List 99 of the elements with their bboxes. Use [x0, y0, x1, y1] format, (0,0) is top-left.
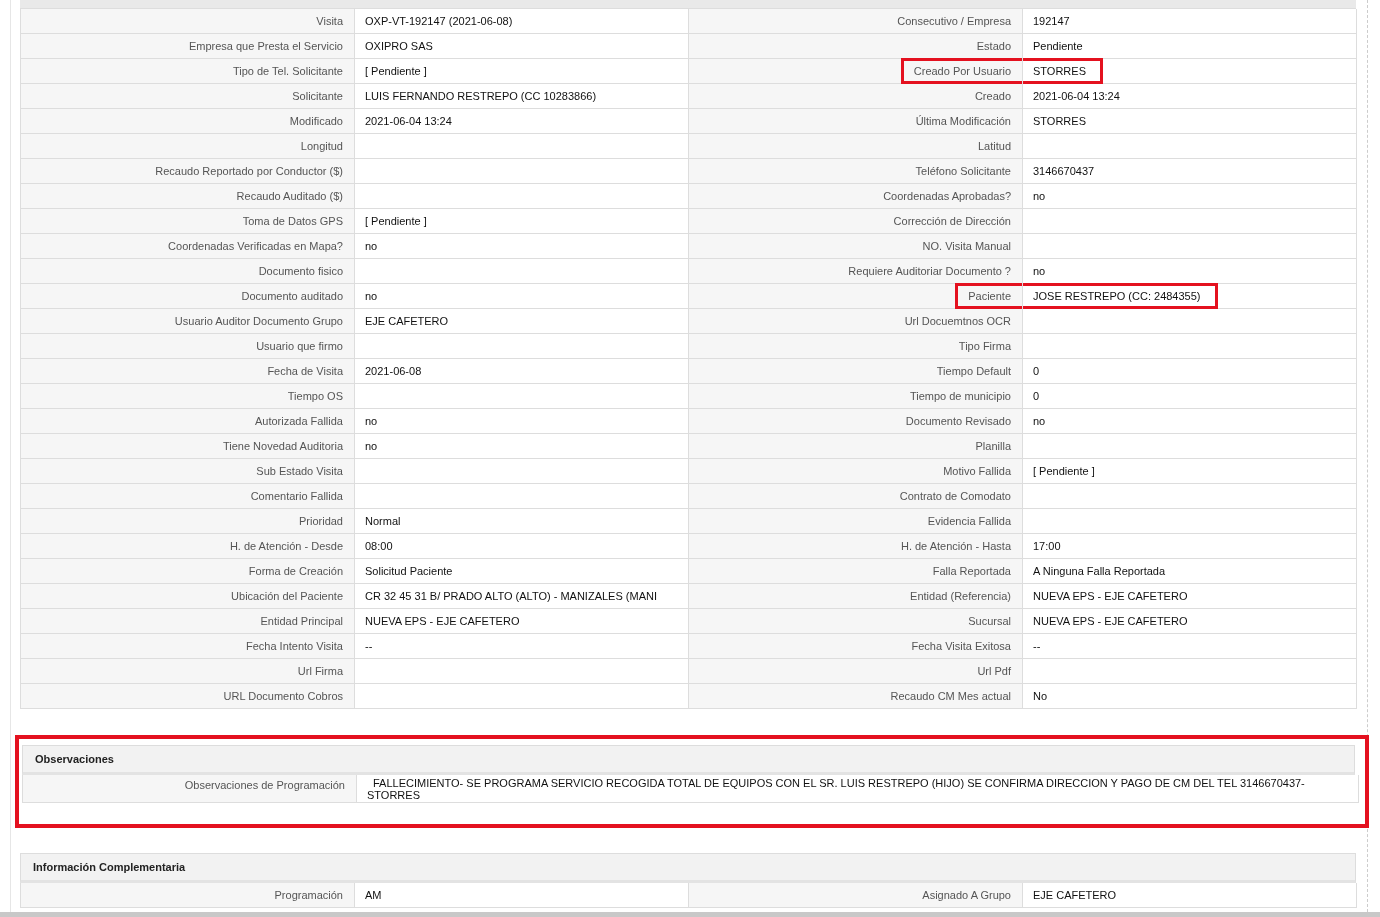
field-label: Modificado — [289, 115, 343, 127]
field-label: Ubicación del Paciente — [231, 590, 343, 602]
field-value: 192147 — [1033, 15, 1070, 27]
field-label: Sub Estado Visita — [256, 465, 343, 477]
field-value: OXP-VT-192147 (2021-06-08) — [365, 15, 513, 27]
field-value: no — [365, 440, 378, 452]
field-value: Pendiente — [1033, 40, 1083, 52]
field-label: Observaciones de Programación — [184, 779, 345, 791]
field-label: Url Docuemtnos OCR — [904, 315, 1011, 327]
field-label: H. de Atención - Desde — [229, 540, 343, 552]
field-value: 2021-06-08 — [365, 365, 422, 377]
field-label: Usuario que firmo — [256, 340, 343, 352]
field-label: Falla Reportada — [932, 565, 1011, 577]
field-value: 2021-06-04 13:24 — [1033, 90, 1120, 102]
field-value: LUIS FERNANDO RESTREPO (CC 10283866) — [365, 90, 597, 102]
field-label: NO. Visita Manual — [922, 240, 1011, 252]
field-value: [ Pendiente ] — [1033, 465, 1095, 477]
field-value: FALLECIMIENTO- SE PROGRAMA SERVICIO RECOGIDA TOTAL DE EQUIPOS CON EL SR. LUIS RESTREPO (HIJO) SE CONFIRMA DIRECCION Y PAGO DE CM DEL TEL 3146670437- STORRES — [367, 777, 1306, 801]
field-value: JOSE RESTREPO (CC: 2484355) — [1023, 283, 1218, 309]
field-label: Forma de Creación — [248, 565, 343, 577]
field-value: A Ninguna Falla Reportada — [1033, 565, 1166, 577]
field-label: URL Documento Cobros — [223, 690, 343, 702]
field-label: Planilla — [975, 440, 1011, 452]
field-value: no — [365, 415, 378, 427]
field-label: Latitud — [977, 140, 1011, 152]
field-label: Empresa que Presta el Servicio — [188, 40, 343, 52]
field-label: Coordenadas Verificadas en Mapa? — [168, 240, 343, 252]
field-label: Corrección de Dirección — [893, 215, 1011, 227]
field-value: No — [1033, 690, 1048, 702]
field-value: [ Pendiente ] — [365, 215, 427, 227]
field-label: Comentario Fallida — [250, 490, 343, 502]
field-label: Visita — [316, 15, 343, 27]
field-label: Asignado A Grupo — [922, 889, 1011, 901]
section-title: Observaciones — [35, 753, 114, 765]
field-label: Longitud — [300, 140, 343, 152]
field-value: STORRES — [1033, 115, 1086, 127]
field-label: Autorizada Fallida — [254, 415, 343, 427]
field-label: Url Pdf — [977, 665, 1011, 677]
field-value: 3146670437 — [1033, 165, 1095, 177]
field-value: -- — [1033, 640, 1041, 652]
field-label: Tipo de Tel. Solicitante — [232, 65, 343, 77]
field-label: Entidad Principal — [260, 615, 343, 627]
field-label: Fecha de Visita — [267, 365, 343, 377]
field-label: Usuario Auditor Documento Grupo — [174, 315, 343, 327]
field-label: Recaudo Reportado por Conductor ($) — [155, 165, 343, 177]
field-label: Última Modificación — [915, 115, 1011, 127]
field-label: Fecha Visita Exitosa — [911, 640, 1011, 652]
field-value: -- — [365, 640, 373, 652]
field-label: Coordenadas Aprobadas? — [883, 190, 1011, 202]
field-value: no — [365, 290, 378, 302]
field-label: Documento fisico — [258, 265, 343, 277]
field-value: no — [365, 240, 378, 252]
field-label: Sucursal — [968, 615, 1011, 627]
field-label: H. de Atención - Hasta — [900, 540, 1011, 552]
field-label: Entidad (Referencia) — [910, 590, 1011, 602]
field-value: Normal — [365, 515, 401, 527]
field-label: Contrato de Comodato — [899, 490, 1011, 502]
field-value: no — [1033, 415, 1046, 427]
field-value: 08:00 — [365, 540, 393, 552]
field-value: [ Pendiente ] — [365, 65, 427, 77]
field-label: Toma de Datos GPS — [242, 215, 343, 227]
field-label: Tipo Firma — [958, 340, 1011, 352]
field-label: Recaudo Auditado ($) — [236, 190, 343, 202]
field-label: Url Firma — [297, 665, 343, 677]
field-label: Creado — [974, 90, 1011, 102]
field-label: Recaudo CM Mes actual — [890, 690, 1011, 702]
field-value: AM — [365, 889, 382, 901]
field-label: Fecha Intento Visita — [245, 640, 343, 652]
field-value: EJE CAFETERO — [1033, 889, 1117, 901]
field-label: Tiempo OS — [287, 390, 343, 402]
field-label: Documento Revisado — [905, 415, 1011, 427]
field-label: Tiempo Default — [936, 365, 1011, 377]
section-title: Información Complementaria — [33, 861, 186, 873]
field-label: Motivo Fallida — [943, 465, 1011, 477]
field-value: no — [1033, 190, 1046, 202]
field-value: Solicitud Paciente — [365, 565, 453, 577]
field-value: NUEVA EPS - EJE CAFETERO — [365, 615, 520, 627]
field-value: NUEVA EPS - EJE CAFETERO — [1033, 615, 1188, 627]
field-label: Solicitante — [292, 90, 343, 102]
field-label: Tiene Novedad Auditoria — [222, 440, 343, 452]
field-label: Estado — [976, 40, 1011, 52]
field-value: EJE CAFETERO — [365, 315, 449, 327]
field-value: 0 — [1033, 390, 1040, 402]
horizontal-scrollbar[interactable] — [0, 912, 1380, 917]
field-value: 0 — [1033, 365, 1040, 377]
field-label: Programación — [274, 889, 343, 901]
field-label: Requiere Auditoriar Documento ? — [848, 265, 1011, 277]
field-label: Tiempo de municipio — [909, 390, 1011, 402]
field-label: Consecutivo / Empresa — [897, 15, 1011, 27]
field-value: OXIPRO SAS — [365, 40, 433, 52]
field-value: no — [1033, 265, 1046, 277]
field-value: NUEVA EPS - EJE CAFETERO — [1033, 590, 1188, 602]
field-label: Evidencia Fallida — [927, 515, 1011, 527]
field-label: Documento auditado — [241, 290, 343, 302]
field-value: CR 32 45 31 B/ PRADO ALTO (ALTO) - MANIZALES (MANI — [365, 590, 657, 602]
field-value: 2021-06-04 13:24 — [365, 115, 452, 127]
field-value: 17:00 — [1033, 540, 1061, 552]
field-label: Prioridad — [298, 515, 343, 527]
field-label: Teléfono Solicitante — [915, 165, 1011, 177]
